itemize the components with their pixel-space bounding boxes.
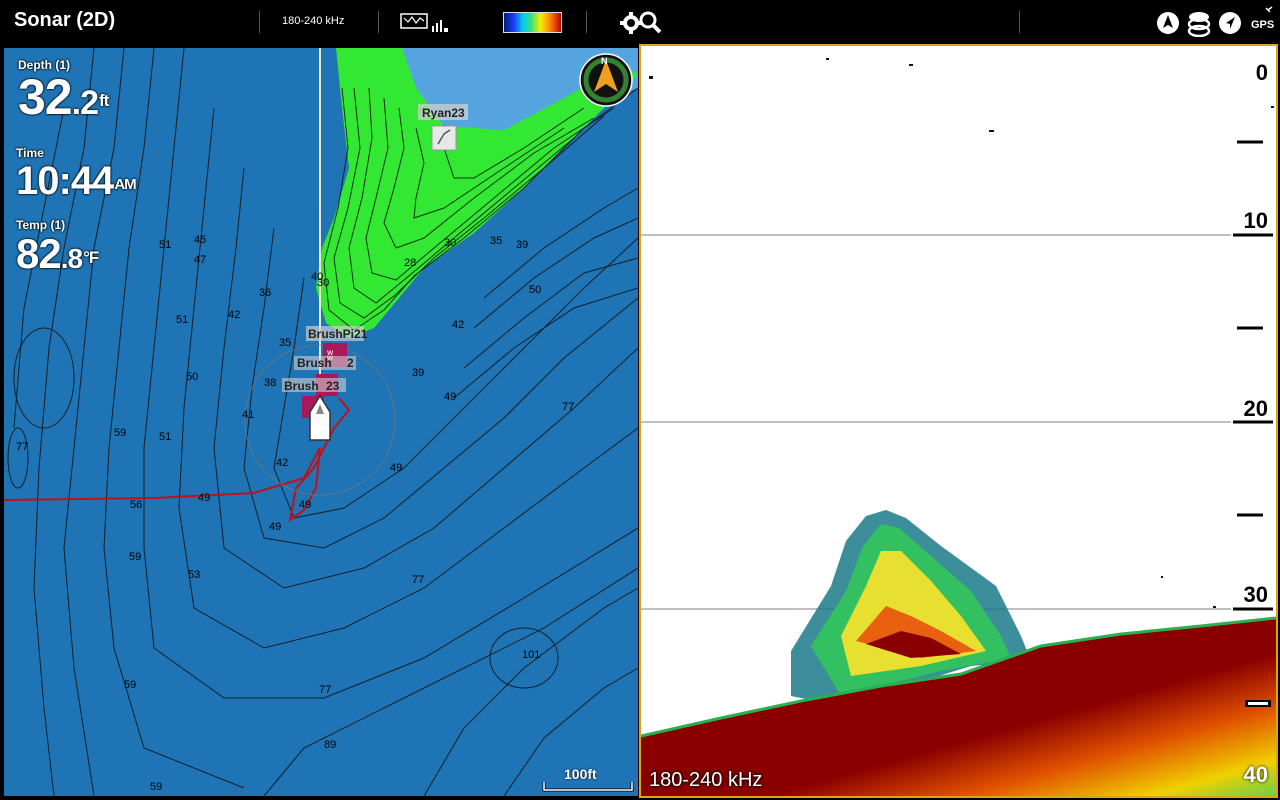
svg-text:59: 59 [114, 427, 126, 439]
sonar-frequency-label: 180-240 kHz [649, 769, 763, 791]
contour-labels: 45 47 51 36 42 38 35 51 50 59 51 41 42 4… [16, 234, 574, 793]
svg-text:49: 49 [444, 391, 456, 403]
svg-text:51: 51 [159, 431, 171, 443]
palette-colorbar[interactable] [503, 12, 562, 33]
scale-bar: 100ft [542, 766, 634, 792]
separator [1019, 11, 1020, 33]
svg-text:40: 40 [311, 271, 323, 283]
depth-readout[interactable]: Depth (1) 32.2ft [18, 58, 109, 128]
svg-text:59: 59 [124, 679, 136, 691]
depth-scale-30: 30 [1243, 582, 1268, 607]
svg-text:42: 42 [276, 457, 288, 469]
track-line [4, 397, 351, 523]
svg-text:2: 2 [347, 356, 354, 370]
svg-text:45: 45 [194, 234, 206, 246]
svg-text:56: 56 [130, 499, 142, 511]
svg-text:49: 49 [269, 521, 281, 533]
svg-text:35: 35 [490, 235, 502, 247]
time-label: Time [16, 146, 44, 160]
depth-scale-20: 20 [1243, 396, 1268, 421]
svg-text:N: N [601, 56, 608, 66]
time-value: 10:44AM [16, 159, 137, 203]
temp-value: 82.8°F [16, 230, 99, 277]
svg-text:49: 49 [198, 492, 210, 504]
compass-icon[interactable]: N [579, 53, 633, 107]
svg-text:50: 50 [186, 371, 198, 383]
layers-icon[interactable] [1187, 9, 1211, 37]
svg-text:42: 42 [228, 309, 240, 321]
svg-text:Ryan23: Ryan23 [422, 106, 465, 120]
sonar-display[interactable] [641, 46, 1276, 796]
svg-text:49: 49 [390, 462, 402, 474]
gps-icon[interactable]: GPS [1250, 6, 1276, 36]
svg-text:Brush: Brush [284, 379, 319, 393]
svg-text:50: 50 [529, 284, 541, 296]
svg-text:36: 36 [259, 287, 271, 299]
svg-text:42: 42 [452, 319, 464, 331]
chart-panel[interactable]: Ryan23 BrushPi21 ʬ Brush 2 Brush 23 N 45… [4, 48, 638, 796]
svg-text:101: 101 [522, 649, 540, 661]
svg-text:49: 49 [299, 499, 311, 511]
svg-text:30: 30 [444, 237, 456, 249]
svg-text:51: 51 [159, 239, 171, 251]
svg-text:Brush: Brush [297, 356, 332, 370]
navigation-icon[interactable] [1218, 11, 1242, 35]
svg-text:77: 77 [16, 441, 28, 453]
separator [259, 11, 260, 33]
depth-scale-40: 40 [1243, 762, 1268, 787]
svg-text:39: 39 [412, 367, 424, 379]
gps-label: GPS [1251, 19, 1274, 31]
temp-readout[interactable]: Temp (1) 82.8°F [16, 218, 99, 281]
svg-text:39: 39 [516, 239, 528, 251]
separator [586, 11, 587, 33]
view-title: Sonar (2D) [14, 9, 116, 31]
svg-text:77: 77 [562, 401, 574, 413]
chart-sonar-icon[interactable] [400, 12, 450, 34]
svg-text:59: 59 [129, 551, 141, 563]
frequency-label[interactable]: 180-240 kHz [282, 15, 344, 27]
svg-text:77: 77 [319, 684, 331, 696]
svg-text:35: 35 [279, 337, 291, 349]
depth-value: 32.2ft [18, 69, 109, 125]
svg-text:28: 28 [404, 257, 416, 269]
heading-icon[interactable] [1156, 11, 1180, 35]
settings-search-icon[interactable] [620, 10, 662, 36]
separator [378, 11, 379, 33]
svg-text:59: 59 [150, 781, 162, 793]
top-bar: Sonar (2D) 180-240 kHz GPS [0, 0, 1280, 44]
svg-text:41: 41 [242, 409, 254, 421]
svg-text:53: 53 [188, 569, 200, 581]
time-readout[interactable]: Time 10:44AM [16, 146, 137, 203]
svg-text:77: 77 [412, 574, 424, 586]
svg-text:51: 51 [176, 314, 188, 326]
svg-text:BrushPi21: BrushPi21 [308, 327, 368, 341]
svg-text:47: 47 [194, 254, 206, 266]
svg-text:23: 23 [326, 379, 340, 393]
sonar-panel[interactable]: 0 10 20 30 40 180-240 kHz [639, 44, 1278, 798]
svg-text:38: 38 [264, 377, 276, 389]
svg-text:89: 89 [324, 739, 336, 751]
depth-scale-10: 10 [1243, 208, 1268, 233]
depth-scale-0: 0 [1255, 60, 1268, 85]
